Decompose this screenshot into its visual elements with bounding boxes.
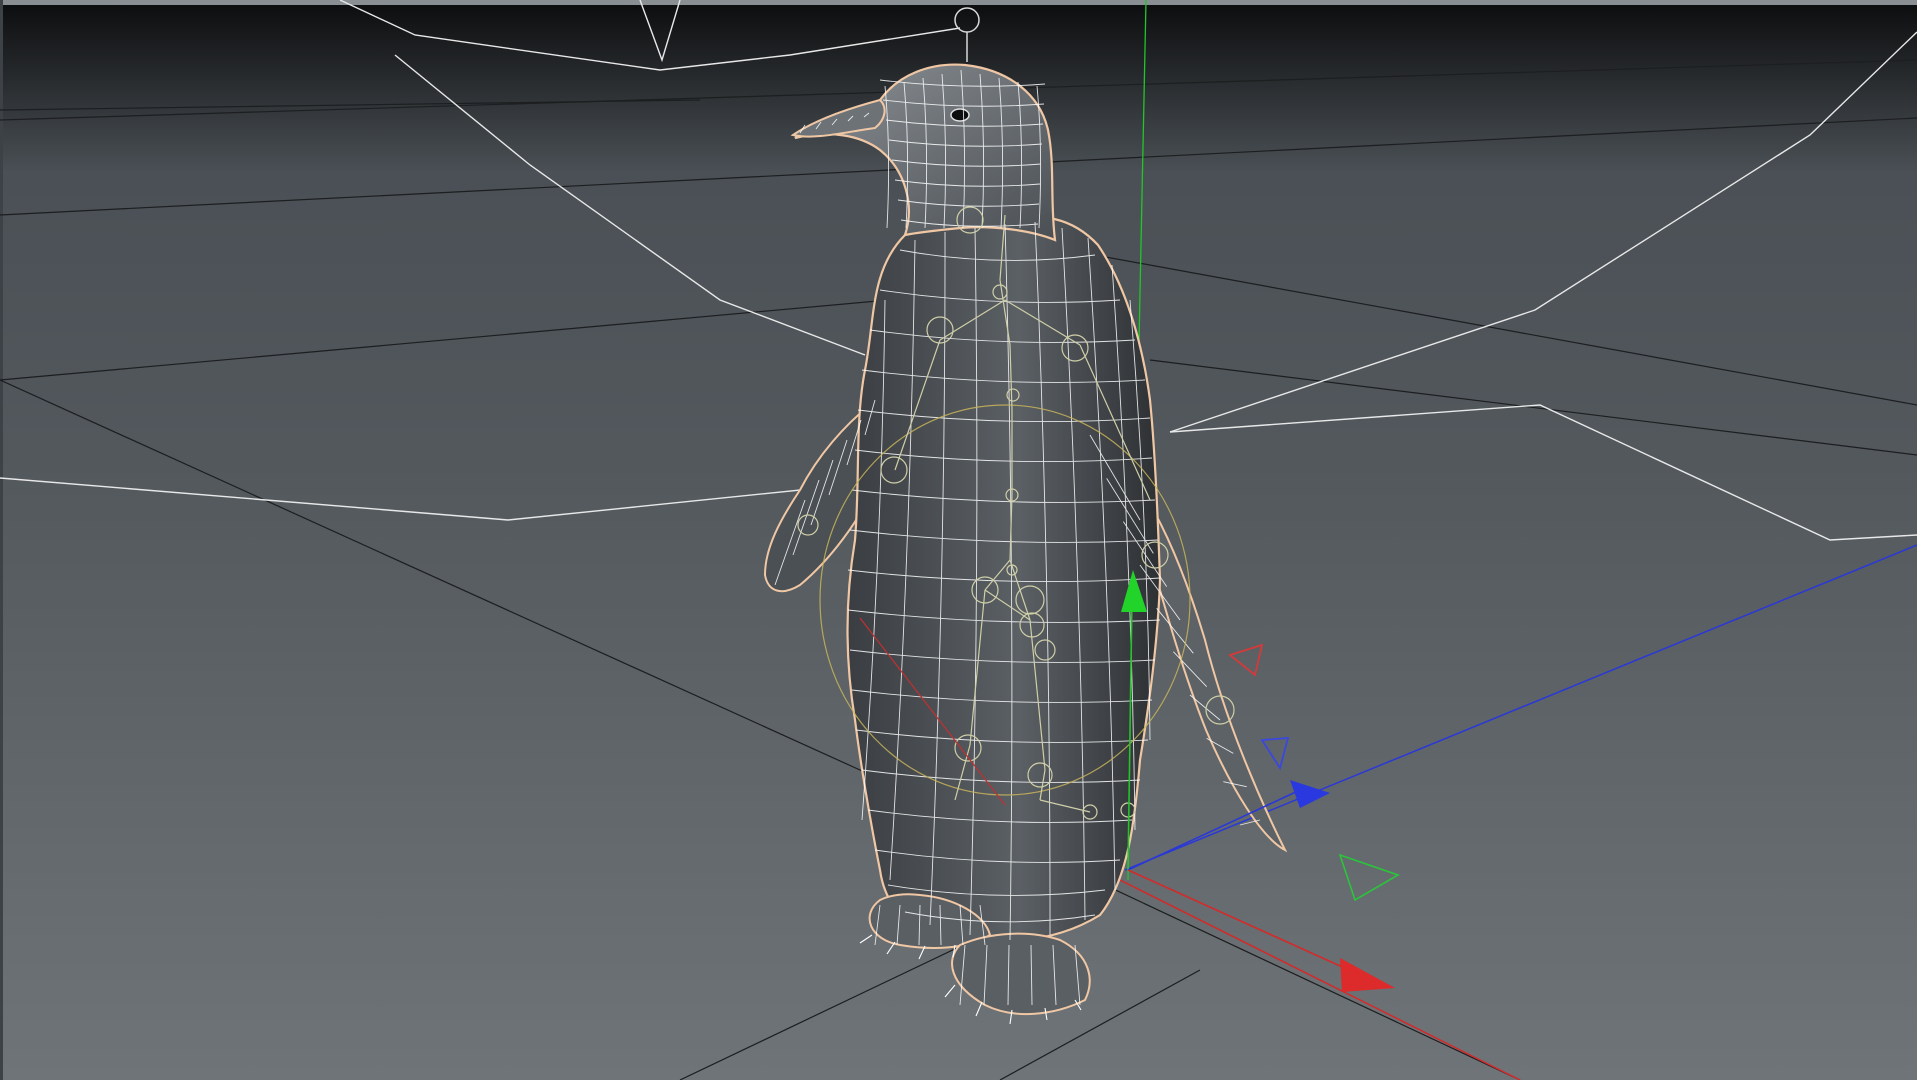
left-edge-line <box>0 0 3 1080</box>
penguin-body <box>846 215 1162 943</box>
penguin-eye <box>950 108 970 122</box>
top-edge-bar <box>0 0 1917 5</box>
viewport-canvas[interactable] <box>0 0 1917 1080</box>
3d-viewport[interactable] <box>0 0 1917 1080</box>
